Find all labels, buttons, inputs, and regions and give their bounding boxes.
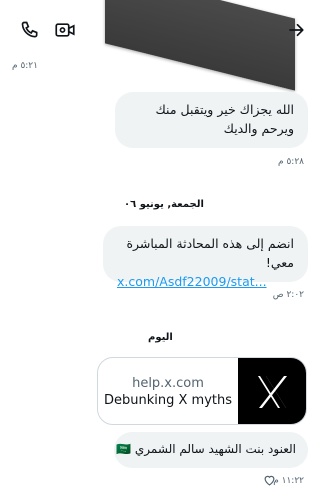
background-image-fragment — [105, 0, 295, 91]
message-text: العنود بنت الشهيد سالم الشمري 🇸🇦 — [116, 442, 296, 456]
x-logo-icon — [258, 376, 287, 408]
video-camera-icon[interactable] — [55, 21, 75, 39]
message-timestamp: ٢:٠٢ ص — [272, 290, 304, 300]
message-text: انضم إلى هذه المحادثة المباشرة معي! — [126, 236, 294, 270]
message-timestamp: ٥:٢١ م — [12, 61, 38, 71]
link-card-title: Debunking X myths — [103, 393, 232, 408]
message-timestamp: ١١:٢٢ م — [273, 476, 304, 486]
message-timestamp: ٥:٢٨ م — [278, 157, 304, 167]
message-bubble[interactable]: العنود بنت الشهيد سالم الشمري 🇸🇦 — [114, 432, 308, 468]
phone-icon[interactable] — [20, 20, 40, 40]
message-link[interactable]: x.com/Asdf22009/stat... — [117, 272, 294, 291]
message-bubble[interactable]: انضم إلى هذه المحادثة المباشرة معي! x.co… — [103, 226, 308, 289]
message-text: الله يجزاك خير ويتقبل منك ويرحم والديك — [155, 102, 294, 136]
date-separator: الجمعة, يونيو ٠٦ — [124, 199, 204, 210]
x-logo-thumbnail — [238, 358, 306, 424]
message-bubble[interactable]: الله يجزاك خير ويتقبل منك ويرحم والديك — [115, 92, 308, 148]
date-separator: اليوم — [148, 332, 173, 343]
link-preview-card[interactable]: help.x.com Debunking X myths — [97, 357, 307, 425]
link-card-domain: help.x.com — [132, 376, 204, 391]
arrow-right-icon[interactable] — [287, 21, 305, 39]
